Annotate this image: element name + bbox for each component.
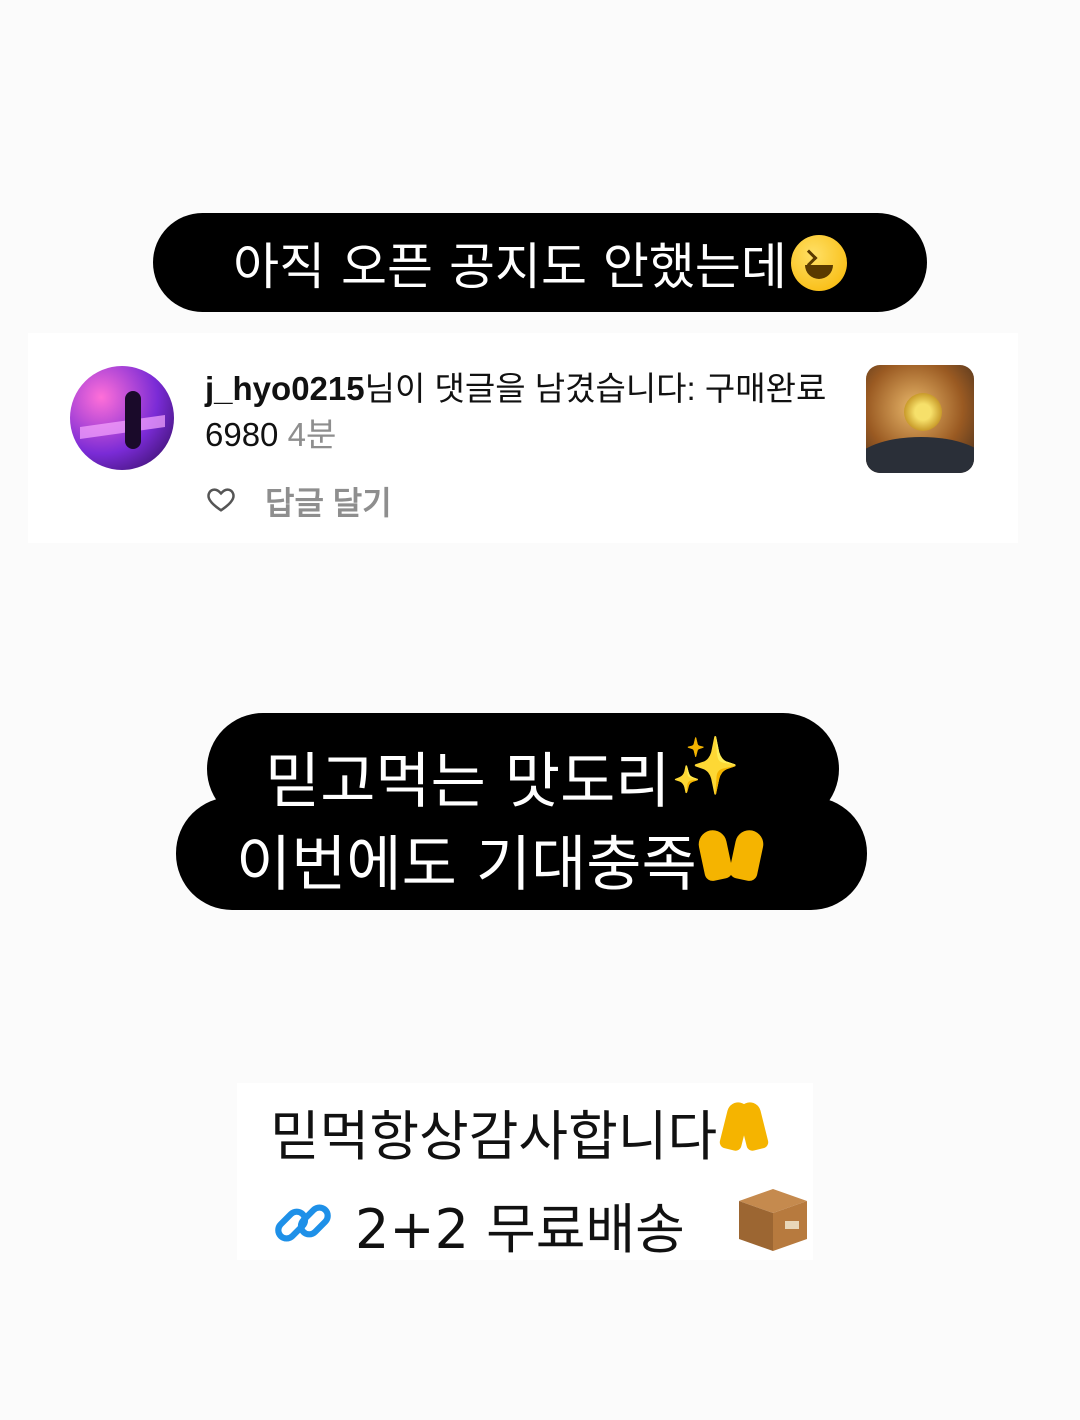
comment-time: 4분 bbox=[287, 416, 337, 453]
headline-2-line-2-text: 이번에도 기대충족 bbox=[236, 830, 697, 900]
headline-2-line-1-text: 믿고먹는 맛도리 bbox=[265, 747, 671, 817]
heart-icon[interactable] bbox=[206, 484, 236, 514]
thanks-text: 믿먹항상감사합니다 bbox=[270, 1105, 718, 1168]
post-thumbnail[interactable] bbox=[866, 365, 974, 473]
shipping-text: 2+2 무료배송 bbox=[355, 1198, 685, 1261]
package-icon bbox=[739, 1189, 807, 1251]
comment-text: j_hyo0215님이 댓글을 남겼습니다: 구매완료6980 4분 bbox=[205, 366, 845, 458]
raised-hands-icon bbox=[695, 820, 767, 884]
avatar[interactable] bbox=[70, 366, 174, 470]
headline-2-line-1: 믿고먹는 맛도리✨ bbox=[265, 733, 740, 820]
headline-2-line-2: 이번에도 기대충족 bbox=[236, 816, 767, 903]
folded-hands-icon bbox=[718, 1096, 774, 1152]
headline-banner-1: 아직 오픈 공지도 안했는데 bbox=[153, 213, 927, 312]
reply-button[interactable]: 답글 달기 bbox=[265, 478, 392, 524]
sparkles-icon: ✨ bbox=[670, 734, 741, 799]
link-icon[interactable] bbox=[270, 1190, 336, 1256]
headline-1-text: 아직 오픈 공지도 안했는데 bbox=[233, 237, 787, 296]
laughing-face-icon bbox=[790, 234, 847, 291]
comment-username[interactable]: j_hyo0215 bbox=[205, 370, 365, 407]
